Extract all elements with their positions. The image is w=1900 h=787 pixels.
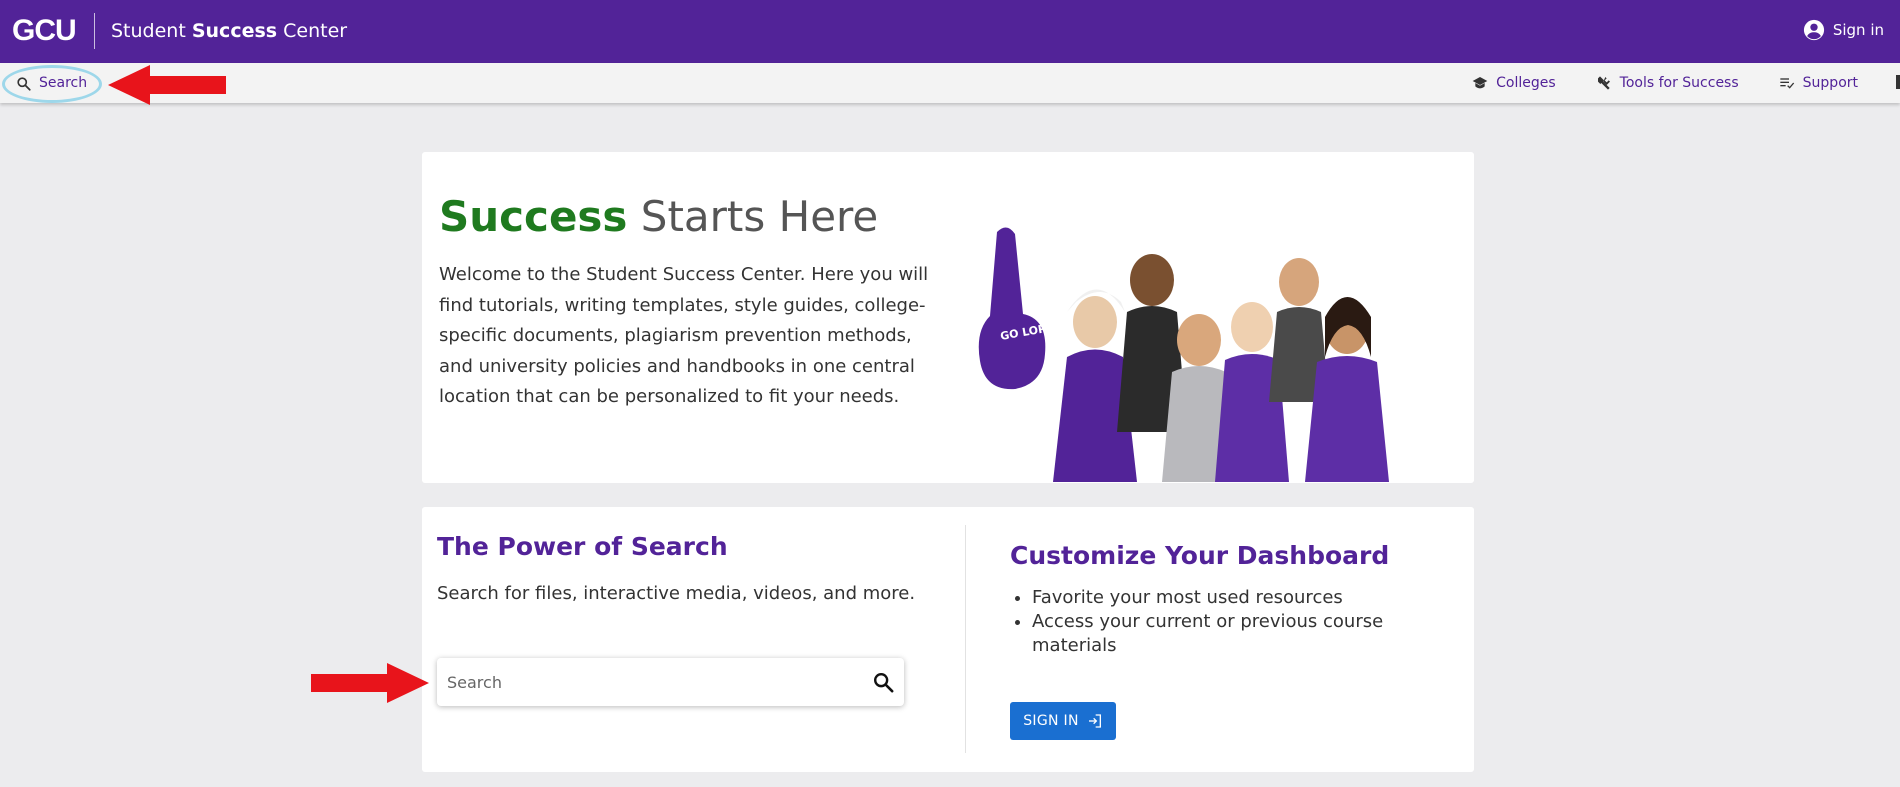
login-icon: [1088, 714, 1101, 728]
hero-headline: Success Starts Here: [439, 192, 878, 241]
nav-item-tools-label: Tools for Success: [1619, 75, 1739, 91]
main-search-box[interactable]: [437, 658, 904, 706]
list-item: Favorite your most used resources: [1032, 586, 1392, 610]
nav-item-support[interactable]: Support: [1779, 75, 1858, 91]
dashboard-sign-in-label: SIGN IN: [1023, 713, 1079, 729]
header-sign-in-label: Sign in: [1832, 21, 1884, 39]
site-title-bold: Success: [191, 20, 278, 42]
hero-headline-green: Success: [439, 192, 628, 241]
graduation-cap-icon: [1472, 77, 1488, 89]
search-icon[interactable]: [872, 671, 894, 693]
hero-body-text: Welcome to the Student Success Center. H…: [439, 264, 929, 407]
main-nav: Colleges Tools for Success Support: [1432, 75, 1900, 91]
more-menu-icon[interactable]: [1896, 75, 1900, 89]
dashboard-sign-in-button[interactable]: SIGN IN: [1010, 702, 1116, 740]
tools-icon: [1597, 76, 1610, 90]
main-search-input[interactable]: [447, 658, 847, 706]
top-header: GCU Student Success Center Sign in: [0, 0, 1900, 63]
header-sign-in-button[interactable]: Sign in: [1803, 19, 1884, 41]
site-title[interactable]: Student Success Center: [111, 20, 347, 42]
account-circle-icon: [1803, 19, 1824, 41]
list-item: Access your current or previous course m…: [1032, 610, 1392, 658]
site-title-post: Center: [277, 20, 348, 42]
secondary-nav-bar: Search Colleges Tools for Success Suppor…: [0, 63, 1900, 105]
customize-dashboard-title: Customize Your Dashboard: [1010, 541, 1390, 570]
annotation-highlight-ring: [2, 65, 102, 103]
power-of-search-description: Search for files, interactive media, vid…: [437, 583, 916, 604]
nav-item-tools-for-success[interactable]: Tools for Success: [1596, 75, 1739, 91]
checklist-icon: [1779, 78, 1794, 89]
gcu-logo[interactable]: GCU: [12, 14, 77, 48]
hero-card: Success Starts Here Welcome to the Stude…: [422, 152, 1474, 483]
dashboard-bullet-list: Favorite your most used resources Access…: [1032, 586, 1392, 658]
annotation-arrow-bottom: [311, 663, 429, 703]
nav-item-colleges-label: Colleges: [1496, 75, 1556, 91]
lower-card: The Power of Search Search for files, in…: [422, 507, 1474, 772]
students-photo: GO LOPES!: [978, 227, 1389, 482]
students-group: [1053, 254, 1389, 482]
nav-item-colleges[interactable]: Colleges: [1472, 75, 1556, 91]
nav-item-support-label: Support: [1802, 75, 1858, 91]
site-title-pre: Student: [111, 20, 192, 42]
annotation-arrow-top: [108, 65, 226, 105]
card-divider: [965, 525, 966, 753]
foam-finger-image: GO LOPES!: [978, 227, 1067, 390]
hero-headline-rest: Starts Here: [627, 192, 879, 241]
power-of-search-title: The Power of Search: [437, 532, 728, 561]
header-divider: [94, 13, 95, 49]
